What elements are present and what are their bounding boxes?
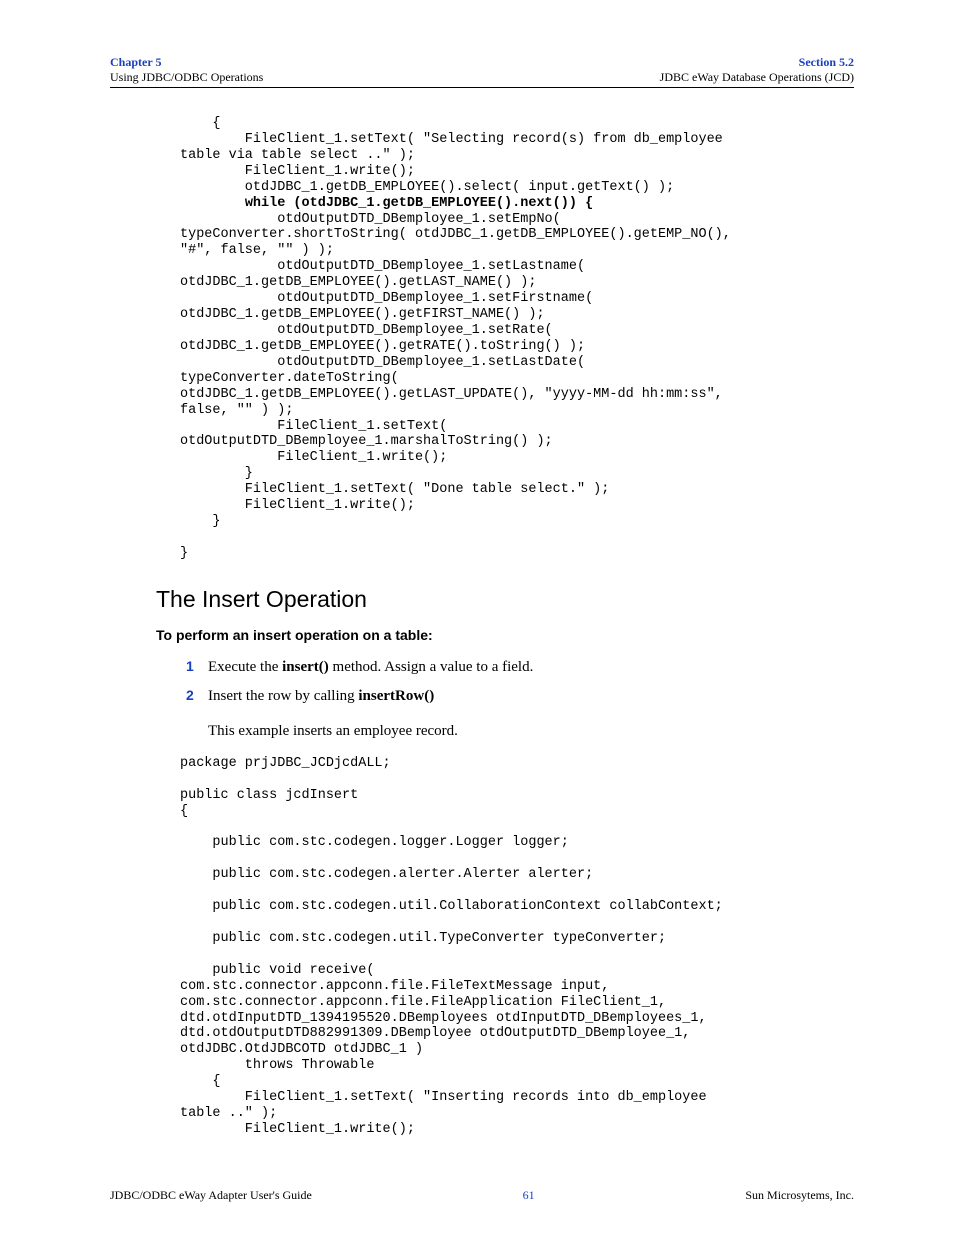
footer-company: Sun Microsytems, Inc. bbox=[745, 1188, 854, 1203]
code-block-select: { FileClient_1.setText( "Selecting recor… bbox=[180, 116, 854, 562]
chapter-label: Chapter 5 bbox=[110, 55, 161, 69]
steps-list: Execute the insert() method. Assign a va… bbox=[178, 657, 854, 707]
footer-page-number: 61 bbox=[523, 1188, 535, 1203]
step-2: Insert the row by calling insertRow() bbox=[178, 686, 854, 707]
chapter-subtitle: Using JDBC/ODBC Operations bbox=[110, 70, 263, 84]
intro-text: To perform an insert operation on a tabl… bbox=[156, 627, 854, 643]
section-subtitle: JDBC eWay Database Operations (JCD) bbox=[660, 70, 854, 84]
section-label: Section 5.2 bbox=[799, 55, 854, 69]
footer-doc-title: JDBC/ODBC eWay Adapter User's Guide bbox=[110, 1188, 312, 1203]
code-block-insert: package prjJDBC_JCDjcdALL; public class … bbox=[180, 756, 854, 1138]
page-footer: JDBC/ODBC eWay Adapter User's Guide 61 S… bbox=[110, 1188, 854, 1203]
step-1: Execute the insert() method. Assign a va… bbox=[178, 657, 854, 678]
page-header: Chapter 5 Using JDBC/ODBC Operations Sec… bbox=[110, 55, 854, 88]
example-text: This example inserts an employee record. bbox=[208, 723, 854, 740]
section-heading-insert: The Insert Operation bbox=[156, 586, 854, 613]
